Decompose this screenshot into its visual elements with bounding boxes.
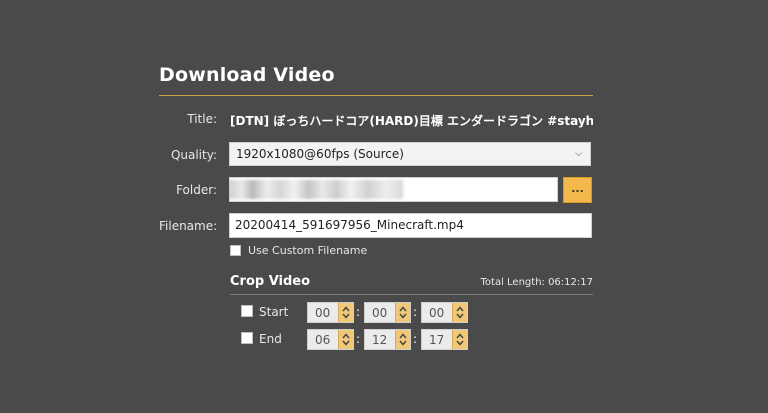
crop-start-checkbox[interactable] xyxy=(241,305,253,317)
up-down-arrow-icon xyxy=(456,333,464,346)
dialog-heading: Download Video xyxy=(159,64,335,86)
custom-filename-checkbox[interactable] xyxy=(230,245,241,256)
chevron-down-icon: ⌵ xyxy=(575,149,582,159)
crop-video-title: Crop Video xyxy=(230,274,311,289)
crop-divider xyxy=(230,294,593,295)
browse-folder-button[interactable]: ... xyxy=(563,177,592,203)
download-video-dialog: Download Video Title: [DTN] ぼっちハードコア(HAR… xyxy=(159,0,593,413)
title-label: Title: xyxy=(187,112,217,126)
up-down-arrow-icon xyxy=(342,306,350,319)
start-minutes-spinner[interactable]: 00 xyxy=(364,302,411,323)
end-hours-value: 06 xyxy=(315,333,331,347)
end-minutes-spinner[interactable]: 12 xyxy=(364,329,411,350)
quality-selected-value: 1920x1080@60fps (Source) xyxy=(236,147,404,161)
crop-start-label: Start xyxy=(259,305,289,319)
start-seconds-stepper[interactable] xyxy=(452,303,467,322)
crop-end-label: End xyxy=(259,332,282,346)
start-hours-stepper[interactable] xyxy=(338,303,353,322)
start-seconds-spinner[interactable]: 00 xyxy=(421,302,468,323)
filename-input[interactable]: 20200414_591697956_Minecraft.mp4 xyxy=(229,213,592,238)
folder-label: Folder: xyxy=(176,183,217,197)
filename-label: Filename: xyxy=(159,219,218,233)
video-title: [DTN] ぼっちハードコア(HARD)目標 エンダードラゴン #stayhom… xyxy=(230,114,593,128)
end-hours-stepper[interactable] xyxy=(338,330,353,349)
start-hours-spinner[interactable]: 00 xyxy=(307,302,354,323)
total-length-text: Total Length: 06:12:17 xyxy=(480,277,594,288)
end-seconds-value: 17 xyxy=(429,333,445,347)
end-seconds-spinner[interactable]: 17 xyxy=(421,329,468,350)
heading-divider xyxy=(159,95,593,96)
folder-input[interactable] xyxy=(229,177,558,202)
end-minutes-stepper[interactable] xyxy=(395,330,410,349)
up-down-arrow-icon xyxy=(399,333,407,346)
end-minutes-value: 12 xyxy=(372,333,388,347)
end-hours-spinner[interactable]: 06 xyxy=(307,329,354,350)
start-hours-value: 00 xyxy=(315,306,331,320)
up-down-arrow-icon xyxy=(399,306,407,319)
redacted-path-mask xyxy=(230,180,403,199)
custom-filename-label: Use Custom Filename xyxy=(248,244,368,257)
up-down-arrow-icon xyxy=(342,333,350,346)
quality-label: Quality: xyxy=(170,148,217,162)
start-minutes-stepper[interactable] xyxy=(395,303,410,322)
quality-select[interactable]: 1920x1080@60fps (Source) ⌵ xyxy=(229,142,591,166)
start-minutes-value: 00 xyxy=(372,306,388,320)
start-seconds-value: 00 xyxy=(429,306,445,320)
end-seconds-stepper[interactable] xyxy=(452,330,467,349)
up-down-arrow-icon xyxy=(456,306,464,319)
crop-end-checkbox[interactable] xyxy=(241,332,253,344)
